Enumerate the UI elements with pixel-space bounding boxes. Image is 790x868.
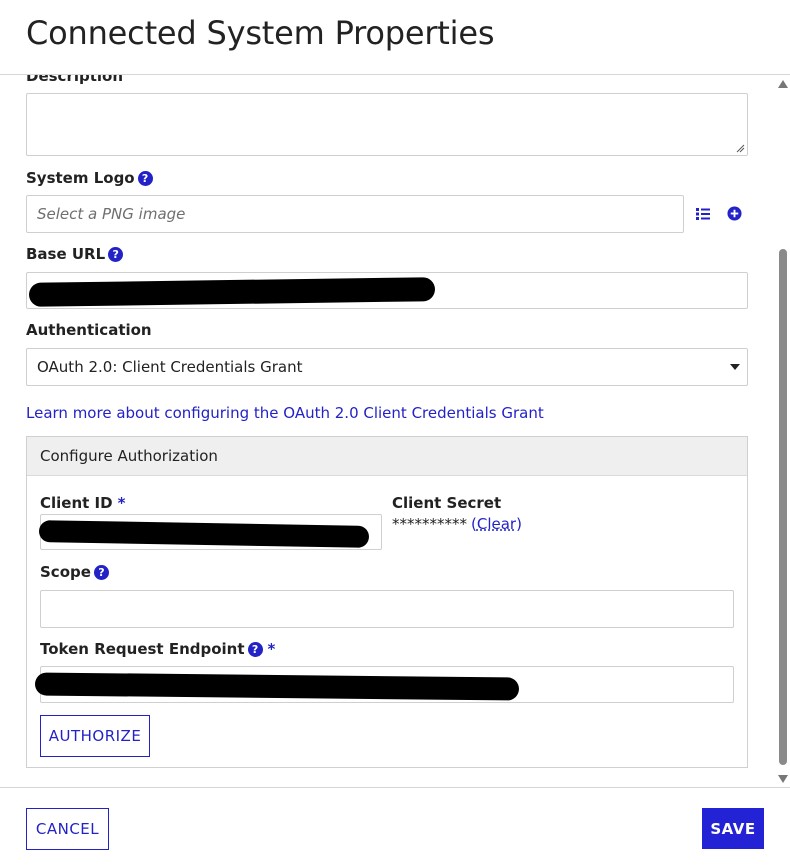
base-url-label: Base URL ?: [26, 245, 124, 263]
system-logo-label: System Logo ?: [26, 169, 153, 187]
scroll-thumb[interactable]: [779, 249, 787, 765]
redaction-mark: [28, 277, 436, 307]
resize-handle-icon[interactable]: [736, 144, 745, 153]
authentication-label-text: Authentication: [26, 321, 152, 339]
client-secret-label: Client Secret: [392, 494, 501, 512]
list-icon[interactable]: [695, 206, 711, 222]
clear-paren-close: ): [516, 515, 522, 533]
client-secret-masked: **********: [392, 515, 467, 533]
system-logo-placeholder: Select a PNG image: [37, 205, 186, 223]
dialog-title: Connected System Properties: [26, 14, 495, 52]
scope-label: Scope ?: [40, 563, 109, 581]
dialog-body: Description System Logo ? Select a PNG i…: [0, 75, 790, 787]
help-icon[interactable]: ?: [137, 170, 153, 186]
section-title: Configure Authorization: [40, 447, 218, 465]
dialog-header: Connected System Properties: [0, 0, 790, 75]
client-secret-label-text: Client Secret: [392, 494, 502, 512]
client-secret-clear[interactable]: (Clear): [471, 515, 522, 533]
token-endpoint-input[interactable]: [34, 666, 734, 703]
save-button[interactable]: SAVE: [702, 808, 764, 849]
cancel-button[interactable]: CANCEL: [26, 808, 109, 850]
scope-input[interactable]: [40, 590, 734, 628]
caret-down-icon: [730, 364, 740, 370]
client-id-input[interactable]: [38, 514, 382, 550]
redaction-mark: [34, 672, 520, 701]
token-endpoint-label-text: Token Request Endpoint: [40, 640, 245, 658]
scrollbar[interactable]: [776, 75, 790, 787]
token-endpoint-label: Token Request Endpoint ? *: [40, 640, 275, 658]
connected-system-dialog: Connected System Properties Description …: [0, 0, 790, 868]
client-secret-value: ********** (Clear): [392, 515, 522, 533]
client-id-label-text: Client ID: [40, 494, 113, 512]
help-icon[interactable]: ?: [247, 641, 263, 657]
add-circle-icon[interactable]: [727, 206, 742, 221]
authentication-selected-value: OAuth 2.0: Client Credentials Grant: [37, 358, 303, 376]
help-icon[interactable]: ?: [108, 246, 124, 262]
description-textarea[interactable]: [26, 93, 748, 156]
client-id-label: Client ID *: [40, 494, 125, 512]
authentication-select[interactable]: OAuth 2.0: Client Credentials Grant: [26, 348, 748, 386]
section-header: Configure Authorization: [27, 437, 747, 476]
scroll-down-icon[interactable]: [778, 775, 788, 783]
scroll-up-icon[interactable]: [778, 80, 788, 88]
configure-authorization-section: Configure Authorization Client ID * Clie…: [26, 436, 748, 768]
required-marker: *: [267, 640, 276, 658]
base-url-label-text: Base URL: [26, 245, 106, 263]
system-logo-input[interactable]: Select a PNG image: [26, 195, 684, 233]
authorize-button[interactable]: AUTHORIZE: [40, 715, 150, 757]
clear-link[interactable]: Clear: [477, 515, 516, 533]
scope-label-text: Scope: [40, 563, 91, 581]
learn-more-link[interactable]: Learn more about configuring the OAuth 2…: [26, 404, 544, 422]
system-logo-label-text: System Logo: [26, 169, 135, 187]
redaction-mark: [38, 520, 370, 548]
description-label-text: Description: [26, 75, 124, 85]
authentication-label: Authentication: [26, 321, 152, 339]
required-marker: *: [117, 494, 126, 512]
base-url-input[interactable]: [26, 272, 748, 309]
dialog-footer: CANCEL SAVE: [0, 787, 790, 868]
help-icon[interactable]: ?: [93, 564, 109, 580]
description-label: Description: [26, 75, 123, 85]
